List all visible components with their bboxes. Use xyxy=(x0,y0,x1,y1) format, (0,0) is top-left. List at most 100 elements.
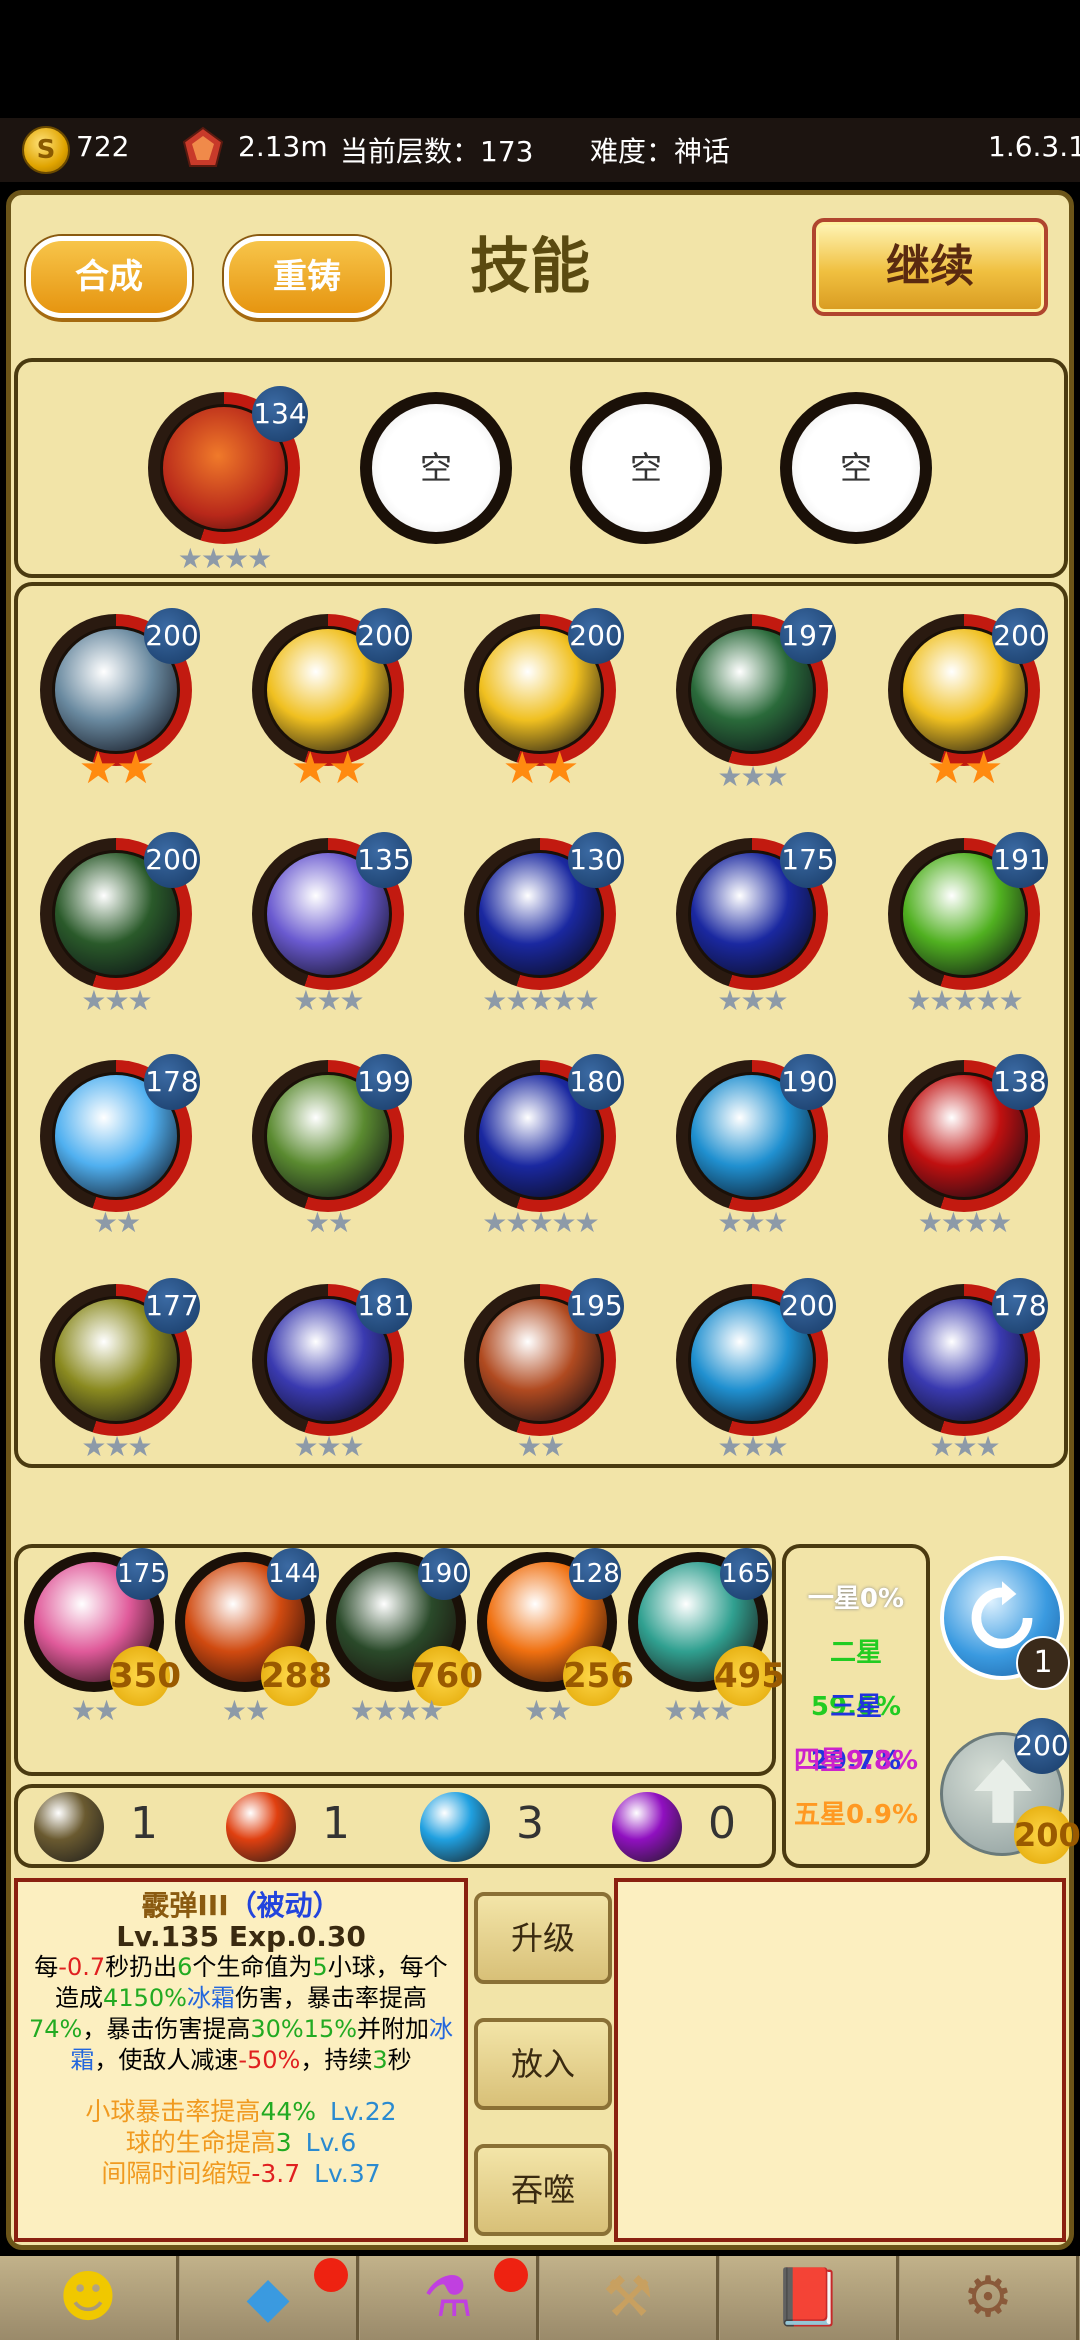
empty-skill-slot[interactable]: 空 xyxy=(570,392,722,544)
skill-slot[interactable]: 138 ★★★★ xyxy=(888,1054,1048,1238)
skill-stars: ★★ xyxy=(78,743,156,794)
shop-skill[interactable]: 175 350 ★★ xyxy=(24,1548,181,1726)
difficulty: 难度：神话 xyxy=(590,135,731,168)
skill-stars: ★★ xyxy=(926,743,1004,794)
bonus-text: 间隔时间缩短 xyxy=(101,2159,252,2188)
skill-level-badge: 178 xyxy=(144,1054,200,1110)
upgrade-button[interactable]: 升级 xyxy=(474,1892,612,1984)
nav-tab[interactable]: ⚒ xyxy=(540,2256,719,2340)
skill-slot[interactable]: 181 ★★★ xyxy=(252,1278,412,1462)
skill-slot[interactable]: 180 ★★★★★ xyxy=(464,1054,624,1238)
skill-slot[interactable]: 200 ★★★ xyxy=(676,1278,836,1462)
skill-stars: ★★★★ xyxy=(349,1694,444,1727)
potion-icon: ⚗ xyxy=(422,2265,474,2330)
skill-stars: ★★ xyxy=(502,743,580,794)
empty-skill-slot[interactable]: 空 xyxy=(780,392,932,544)
desc-segment: 3 xyxy=(372,2046,388,2074)
skill-stars: ★★★ xyxy=(929,1430,1000,1463)
skill-slot[interactable]: 199 ★★ xyxy=(252,1054,412,1238)
bonus-level: Lv.22 xyxy=(330,2097,397,2126)
desc-segment: 秒扔出 xyxy=(105,1953,178,1981)
place-button[interactable]: 放入 xyxy=(474,2018,612,2110)
skill-slot[interactable]: 177 ★★★ xyxy=(40,1278,200,1462)
skill-slot[interactable]: 130 ★★★★★ xyxy=(464,832,624,1016)
skill-level-badge: 200 xyxy=(144,608,200,664)
upgrade-cost: 200 xyxy=(1014,1806,1080,1864)
nav-tab[interactable]: ☻ xyxy=(0,2256,179,2340)
ball-icon xyxy=(226,1792,296,1862)
anvil-icon: ⚒ xyxy=(602,2265,654,2330)
hero-icon: ☻ xyxy=(58,2265,118,2330)
skill-slot[interactable]: 178 ★★ xyxy=(40,1054,200,1238)
skill-stars: ★★ xyxy=(92,1206,141,1239)
skill-level-badge: 138 xyxy=(992,1054,1048,1110)
bonus-value: 3 xyxy=(275,2128,292,2157)
shop-skill[interactable]: 165 495 ★★★ xyxy=(628,1548,785,1726)
devour-button[interactable]: 吞噬 xyxy=(474,2144,612,2236)
reforge-button[interactable]: 重铸 xyxy=(224,236,390,318)
skill-slot[interactable]: 135 ★★★ xyxy=(252,832,412,1016)
skill-slot[interactable]: 200 ★★ xyxy=(464,608,624,791)
skill-level-badge: 144 xyxy=(267,1548,319,1600)
desc-segment: ，持续 xyxy=(300,2046,373,2074)
nav-tab[interactable]: 📕 xyxy=(720,2256,899,2340)
desc-segment: 个生命值为 xyxy=(192,1953,313,1981)
top-status-bar: S 722 2.13m 当前层数：173 难度：神话 1.6.3.1 xyxy=(0,118,1080,182)
version: 1.6.3.1 xyxy=(988,130,1080,163)
skill-slot[interactable]: 200 ★★★ xyxy=(40,832,200,1016)
ball-count: 1 xyxy=(322,1798,350,1849)
skill-level-badge: 134 xyxy=(252,386,308,442)
skill-level-badge: 197 xyxy=(780,608,836,664)
power-gem-icon xyxy=(182,126,224,167)
skill-level-badge: 177 xyxy=(144,1278,200,1334)
ball-icon xyxy=(612,1792,682,1862)
ball-count: 3 xyxy=(516,1798,544,1849)
detail-panel xyxy=(614,1878,1066,2242)
skill-stars: ★★★ xyxy=(717,1206,788,1239)
desc-segment: 冰霜 xyxy=(186,1984,235,2012)
skill-level-badge: 200 xyxy=(780,1278,836,1334)
shop-skill[interactable]: 144 288 ★★ xyxy=(175,1548,332,1726)
skill-slot[interactable]: 200 ★★ xyxy=(40,608,200,791)
desc-segment: 伤害，暴击率提高 xyxy=(234,1984,427,2012)
equipped-skill[interactable]: 134 ★★★★ xyxy=(148,386,308,574)
skill-bonuses: 小球暴击率提高44% Lv.22 球的生命提高3 Lv.6 间隔时间缩短-3.7 Lv.3… xyxy=(18,2096,464,2189)
desc-segment: 30% xyxy=(250,2015,304,2043)
gold-coin-icon: S xyxy=(22,126,70,174)
desc-segment: 每 xyxy=(34,1953,59,1981)
skill-slot[interactable]: 200 ★★ xyxy=(888,608,1048,791)
bonus-value: 44% xyxy=(260,2097,317,2126)
skill-level-exp: Lv.135 Exp.0.30 xyxy=(116,1920,366,1953)
compose-button[interactable]: 合成 xyxy=(26,236,192,318)
empty-skill-slot[interactable]: 空 xyxy=(360,392,512,544)
skill-slot[interactable]: 195 ★★ xyxy=(464,1278,624,1462)
skill-slot[interactable]: 178 ★★★ xyxy=(888,1278,1048,1462)
skill-slot[interactable]: 197 ★★★ xyxy=(676,608,836,792)
continue-button[interactable]: 继续 xyxy=(812,218,1048,316)
skill-slot[interactable]: 190 ★★★ xyxy=(676,1054,836,1238)
gold-amount: 722 xyxy=(76,130,130,163)
nav-tab[interactable]: ⚙ xyxy=(900,2256,1079,2340)
skill-level-badge: 200 xyxy=(144,832,200,888)
skill-level-badge: 200 xyxy=(568,608,624,664)
skill-level-badge: 181 xyxy=(356,1278,412,1334)
desc-segment: 74% xyxy=(28,2015,83,2043)
skill-slot[interactable]: 191 ★★★★★ xyxy=(888,832,1048,1016)
bonus-level: Lv.6 xyxy=(305,2128,357,2157)
star-probability: 四星9.8% xyxy=(793,1746,919,1776)
skill-level-badge: 200 xyxy=(356,608,412,664)
bonus-line: 小球暴击率提高44% Lv.22 xyxy=(18,2096,464,2127)
skill-slot[interactable]: 175 ★★★ xyxy=(676,832,836,1016)
desc-segment: -0.7 xyxy=(58,1953,106,1981)
skill-slot[interactable]: 200 ★★ xyxy=(252,608,412,791)
skill-level-badge: 199 xyxy=(356,1054,412,1110)
shop-skill[interactable]: 128 256 ★★ xyxy=(477,1548,634,1726)
skill-stars: ★★ xyxy=(523,1694,572,1727)
skill-stars: ★★ xyxy=(516,1430,565,1463)
desc-segment: -50% xyxy=(238,2046,301,2074)
notification-dot xyxy=(494,2258,528,2292)
gear-icon: ⚙ xyxy=(962,2265,1014,2330)
shop-skill[interactable]: 190 760 ★★★★ xyxy=(326,1548,483,1726)
skill-type: （被动） xyxy=(228,1889,341,1922)
desc-segment: ，使敌人减速 xyxy=(94,2046,239,2074)
